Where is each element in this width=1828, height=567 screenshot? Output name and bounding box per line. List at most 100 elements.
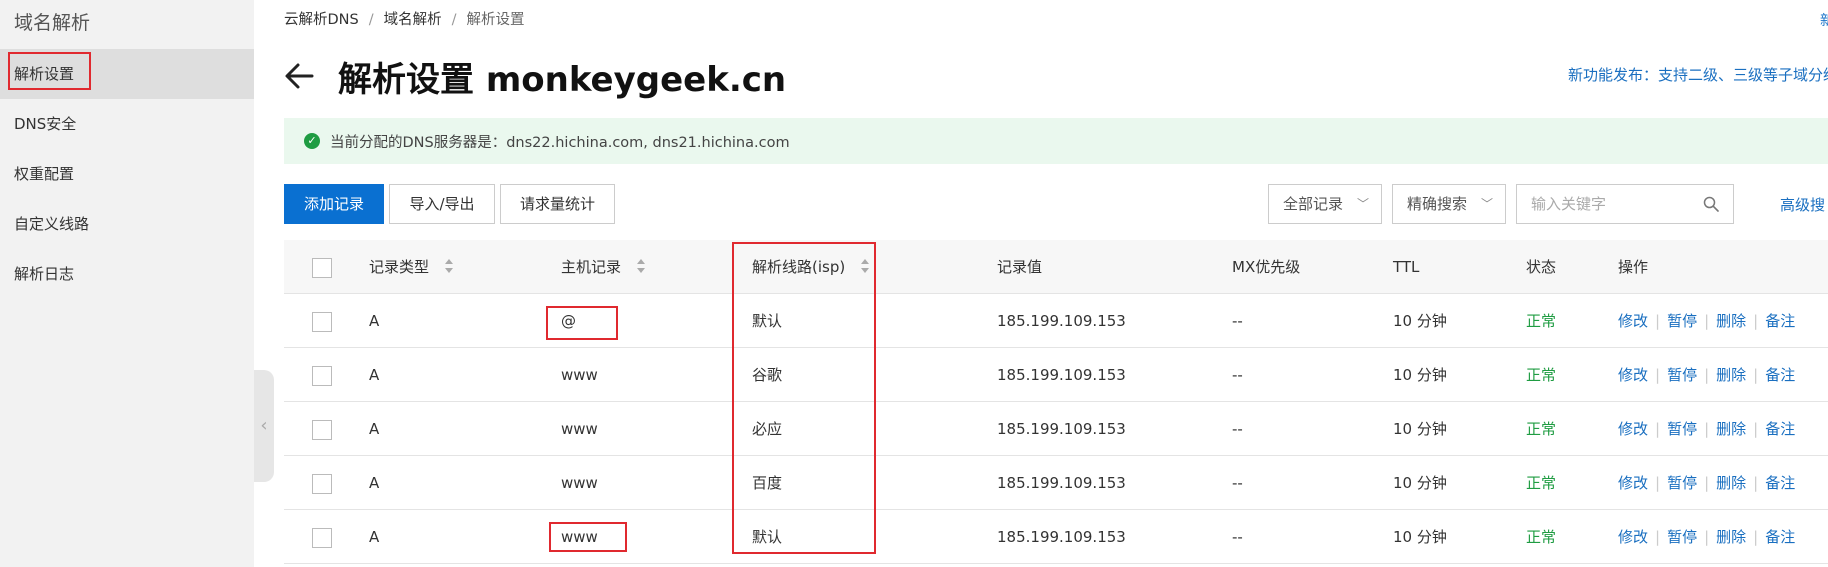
edit-link[interactable]: 修改 xyxy=(1618,366,1648,384)
delete-link[interactable]: 删除 xyxy=(1716,420,1746,438)
highlight-box-host-www xyxy=(549,522,627,552)
sort-icon[interactable] xyxy=(636,258,646,274)
cell-record-type: A xyxy=(369,528,380,546)
action-separator: | xyxy=(1704,312,1710,330)
action-separator: | xyxy=(1704,528,1710,546)
cell-mx-priority: -- xyxy=(1232,528,1243,546)
header-mx-priority: MX优先级 xyxy=(1232,258,1301,276)
pause-link[interactable]: 暂停 xyxy=(1667,312,1697,330)
header-actions: 操作 xyxy=(1618,258,1649,276)
cell-ttl: 10 分钟 xyxy=(1393,474,1447,492)
cell-host-record: www xyxy=(561,420,598,438)
delete-link[interactable]: 删除 xyxy=(1716,528,1746,546)
cell-record-value: 185.199.109.153 xyxy=(997,528,1126,546)
cell-record-value: 185.199.109.153 xyxy=(997,312,1126,330)
pause-link[interactable]: 暂停 xyxy=(1667,528,1697,546)
table-row: Awww 必应 185.199.109.153 -- 10 分钟 正常 修改 | 暂停 | 删除 | 备… xyxy=(284,402,1828,456)
table-row: Awww 默认 185.199.109.153 -- 10 分钟 正常 修改 | 暂停 | 删除 | 备… xyxy=(284,510,1828,564)
request-stats-button[interactable]: 请求量统计 xyxy=(500,184,615,224)
edit-link[interactable]: 修改 xyxy=(1618,312,1648,330)
search-mode-select[interactable]: 精确搜索 ﹀ xyxy=(1392,184,1506,224)
row-checkbox[interactable] xyxy=(312,474,332,494)
cell-status: 正常 xyxy=(1526,474,1557,492)
sort-icon[interactable] xyxy=(444,258,454,274)
sidebar-item-weight-config[interactable]: 权重配置 xyxy=(0,149,254,199)
row-checkbox[interactable] xyxy=(312,528,332,548)
search-input[interactable] xyxy=(1517,185,1687,223)
row-actions: 修改 | 暂停 | 删除 | 备注 xyxy=(1618,456,1795,510)
search-icon[interactable] xyxy=(1703,196,1719,212)
highlight-box-sidebar xyxy=(8,52,91,90)
chevron-down-icon: ﹀ xyxy=(1480,197,1493,211)
cell-status: 正常 xyxy=(1526,366,1557,384)
row-actions: 修改 | 暂停 | 删除 | 备注 xyxy=(1618,348,1795,402)
import-export-button[interactable]: 导入/导出 xyxy=(389,184,495,224)
advanced-search-link[interactable]: 高级搜 xyxy=(1780,194,1828,215)
header-record-value: 记录值 xyxy=(997,258,1043,276)
remark-link[interactable]: 备注 xyxy=(1765,474,1795,492)
sidebar-item-dns-security[interactable]: DNS安全 xyxy=(0,99,254,149)
delete-link[interactable]: 删除 xyxy=(1716,366,1746,384)
record-filter-select[interactable]: 全部记录 ﹀ xyxy=(1268,184,1382,224)
search-box xyxy=(1516,184,1734,224)
row-actions: 修改 | 暂停 | 删除 | 备注 xyxy=(1618,402,1795,456)
highlight-box-line-column xyxy=(732,242,876,554)
edit-link[interactable]: 修改 xyxy=(1618,528,1648,546)
table-row: Awww 谷歌 185.199.109.153 -- 10 分钟 正常 修改 | 暂停 | 删除 | 备… xyxy=(284,348,1828,402)
remark-link[interactable]: 备注 xyxy=(1765,528,1795,546)
cell-ttl: 10 分钟 xyxy=(1393,312,1447,330)
breadcrumb-item-cloud-dns[interactable]: 云解析DNS xyxy=(284,12,359,28)
remark-link[interactable]: 备注 xyxy=(1765,312,1795,330)
pause-link[interactable]: 暂停 xyxy=(1667,474,1697,492)
breadcrumb-separator: / xyxy=(451,12,457,28)
dns-server-notice: ✓ 当前分配的DNS服务器是：dns22.hichina.com, dns21.… xyxy=(284,118,1828,164)
cell-mx-priority: -- xyxy=(1232,312,1243,330)
action-separator: | xyxy=(1655,420,1661,438)
back-arrow-icon[interactable] xyxy=(282,58,318,94)
cell-status: 正常 xyxy=(1526,420,1557,438)
row-checkbox[interactable] xyxy=(312,312,332,332)
breadcrumb-separator: / xyxy=(368,12,374,28)
check-circle-icon: ✓ xyxy=(304,133,320,149)
action-separator: | xyxy=(1704,474,1710,492)
highlight-box-host-at xyxy=(546,306,618,340)
header-host-record[interactable]: 主机记录 xyxy=(561,240,646,294)
dns-server-notice-text: 当前分配的DNS服务器是：dns22.hichina.com, dns21.hi… xyxy=(330,134,790,151)
delete-link[interactable]: 删除 xyxy=(1716,474,1746,492)
action-separator: | xyxy=(1655,528,1661,546)
header-record-type-label: 记录类型 xyxy=(369,258,430,276)
cell-ttl: 10 分钟 xyxy=(1393,528,1447,546)
remark-link[interactable]: 备注 xyxy=(1765,420,1795,438)
add-record-button[interactable]: 添加记录 xyxy=(284,184,384,224)
cell-record-value: 185.199.109.153 xyxy=(997,420,1126,438)
row-actions: 修改 | 暂停 | 删除 | 备注 xyxy=(1618,510,1795,564)
delete-link[interactable]: 删除 xyxy=(1716,312,1746,330)
action-separator: | xyxy=(1704,366,1710,384)
sidebar-item-custom-line[interactable]: 自定义线路 xyxy=(0,199,254,249)
row-checkbox[interactable] xyxy=(312,366,332,386)
cell-record-value: 185.199.109.153 xyxy=(997,474,1126,492)
edit-link[interactable]: 修改 xyxy=(1618,474,1648,492)
cell-ttl: 10 分钟 xyxy=(1393,366,1447,384)
pause-link[interactable]: 暂停 xyxy=(1667,366,1697,384)
breadcrumb-item-domain-resolution[interactable]: 域名解析 xyxy=(384,12,442,28)
record-filter-value: 全部记录 xyxy=(1283,195,1344,213)
top-right-link[interactable]: 新 xyxy=(1820,10,1828,30)
row-checkbox[interactable] xyxy=(312,420,332,440)
select-all-checkbox[interactable] xyxy=(312,258,332,278)
cell-mx-priority: -- xyxy=(1232,474,1243,492)
sidebar-collapse-handle[interactable]: ‹ xyxy=(254,370,274,482)
announcement-link[interactable]: 新功能发布：支持二级、三级等子域分级管理 xyxy=(1568,64,1828,85)
action-separator: | xyxy=(1753,312,1759,330)
remark-link[interactable]: 备注 xyxy=(1765,366,1795,384)
sidebar-item-dns-log[interactable]: 解析日志 xyxy=(0,249,254,299)
cell-record-type: A xyxy=(369,474,380,492)
edit-link[interactable]: 修改 xyxy=(1618,420,1648,438)
pause-link[interactable]: 暂停 xyxy=(1667,420,1697,438)
chevron-down-icon: ﹀ xyxy=(1356,197,1369,211)
page-title: 解析设置 monkeygeek.cn xyxy=(338,60,787,100)
header-host-record-label: 主机记录 xyxy=(561,258,622,276)
cell-status: 正常 xyxy=(1526,312,1557,330)
action-separator: | xyxy=(1753,366,1759,384)
header-record-type[interactable]: 记录类型 xyxy=(369,240,454,294)
